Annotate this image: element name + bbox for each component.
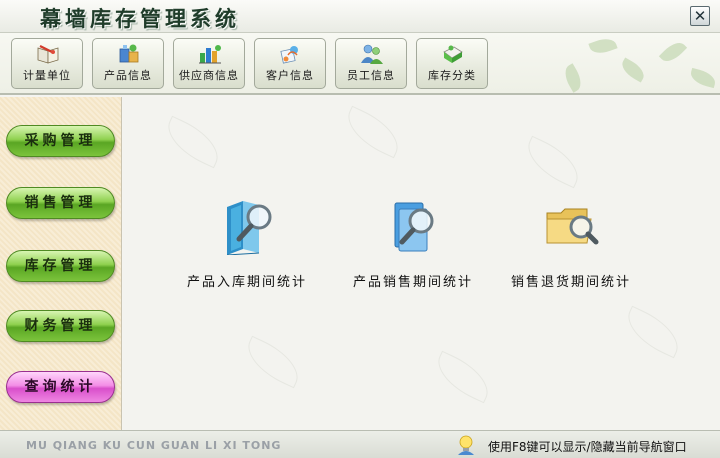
background-leaf <box>429 350 497 404</box>
toolbar-label: 供应商信息 <box>179 69 239 82</box>
toolbar-button-customer-info[interactable]: 客户信息 <box>254 38 326 89</box>
measure-book-icon <box>37 45 59 64</box>
toolbar-button-supplier-info[interactable]: 供应商信息 <box>173 38 245 89</box>
product-info-icon <box>119 44 139 63</box>
sidebar-item-query-stats[interactable]: 查询统计 <box>6 371 115 403</box>
leaf-decoration <box>560 63 586 93</box>
background-leaf <box>339 105 407 159</box>
book-search-icon <box>226 201 272 255</box>
toolbar-label: 产品信息 <box>104 69 152 82</box>
stock-category-icon <box>443 45 463 63</box>
background-leaf <box>519 135 587 189</box>
toolbar-button-employee-info[interactable]: 员工信息 <box>335 38 407 89</box>
folder-search-icon <box>546 208 599 245</box>
stat-label: 产品销售期间统计 <box>353 275 474 290</box>
pinyin-title: MU QIANG KU CUN GUAN LI XI TONG <box>26 439 282 452</box>
app-title: 幕墙库存管理系统 <box>40 7 240 31</box>
toolbar: 计量单位 产品信息 供应商信息 客户信息 员工信息 库存分类 <box>0 33 720 95</box>
main-content: 产品入库期间统计 产品销售期间统计 销售退货期间统计 <box>123 97 720 430</box>
status-bar: MU QIANG KU CUN GUAN LI XI TONG 使用F8键可以显… <box>0 430 720 458</box>
toolbar-label: 库存分类 <box>428 69 476 82</box>
sidebar-item-sales[interactable]: 销售管理 <box>6 187 115 219</box>
stat-label: 销售退货期间统计 <box>511 275 632 290</box>
sidebar-item-purchase[interactable]: 采购管理 <box>6 125 115 157</box>
leaf-decoration <box>618 57 648 83</box>
toolbar-label: 客户信息 <box>266 69 314 82</box>
leaf-decoration <box>658 37 688 67</box>
leaf-decoration <box>688 67 718 89</box>
sidebar-item-finance[interactable]: 财务管理 <box>6 310 115 342</box>
close-button[interactable]: ✕ <box>690 6 710 26</box>
toolbar-button-product-info[interactable]: 产品信息 <box>92 38 164 89</box>
background-leaf <box>159 115 227 169</box>
sidebar-item-inventory[interactable]: 库存管理 <box>6 250 115 282</box>
background-leaf <box>239 335 307 389</box>
sales-period-stats[interactable]: 产品销售期间统计 <box>353 197 473 290</box>
toolbar-button-measure-unit[interactable]: 计量单位 <box>11 38 83 89</box>
toolbar-label: 员工信息 <box>347 69 395 82</box>
sidebar: 采购管理 销售管理 库存管理 财务管理 查询统计 <box>0 97 122 430</box>
close-icon: ✕ <box>693 7 707 25</box>
toolbar-button-stock-category[interactable]: 库存分类 <box>416 38 488 89</box>
title-bar: 幕墙库存管理系统 ✕ <box>0 0 720 33</box>
stat-label: 产品入库期间统计 <box>187 275 308 290</box>
leaf-decoration <box>588 34 618 58</box>
sales-return-period-stats[interactable]: 销售退货期间统计 <box>511 197 631 290</box>
background-leaf <box>619 305 687 359</box>
stock-in-period-stats[interactable]: 产品入库期间统计 <box>187 197 307 290</box>
supplier-icon <box>199 45 221 64</box>
employee-icon <box>361 44 383 64</box>
lightbulb-user-icon <box>458 435 474 455</box>
document-search-icon <box>394 202 434 252</box>
status-hint: 使用F8键可以显示/隐藏当前导航窗口 <box>488 440 687 454</box>
customer-icon <box>280 46 298 64</box>
toolbar-label: 计量单位 <box>23 69 71 82</box>
